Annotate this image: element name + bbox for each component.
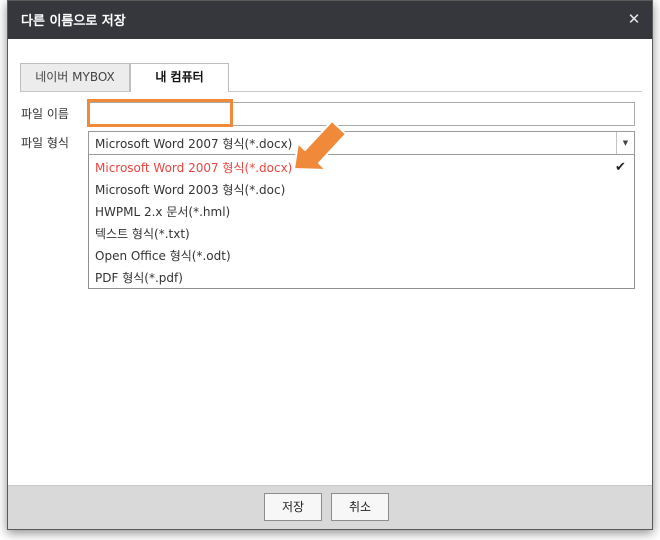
format-option-pdf[interactable]: PDF 형식(*.pdf) [95,269,183,286]
file-name-label: 파일 이름 [21,107,69,121]
format-option-doc[interactable]: Microsoft Word 2003 형식(*.doc) [95,181,285,198]
dialog-title: 다른 이름으로 저장 [21,14,126,29]
close-icon[interactable]: ✕ [624,9,644,29]
dialog-footer: 저장 취소 [8,485,652,529]
format-option-txt[interactable]: 텍스트 형식(*.txt) [95,225,190,242]
location-tabs: 네이버 MYBOX 내 컴퓨터 [20,63,642,92]
arrow-pointer-icon [293,120,347,171]
format-option-docx[interactable]: Microsoft Word 2007 형식(*.docx) [95,159,292,176]
title-bar: 다른 이름으로 저장 ✕ [8,1,652,39]
save-as-dialog: 다른 이름으로 저장 ✕ 네이버 MYBOX 내 컴퓨터 파일 이름 파일 형식… [7,0,653,530]
format-option-odt[interactable]: Open Office 형식(*.odt) [95,247,231,264]
save-button[interactable]: 저장 [264,493,322,521]
format-option-hml[interactable]: HWPML 2.x 문서(*.hml) [95,203,230,220]
caret-down-icon[interactable]: ▼ [616,132,634,154]
tab-my-computer[interactable]: 내 컴퓨터 [130,63,229,92]
tab-naver-mybox[interactable]: 네이버 MYBOX [20,63,130,91]
file-format-select[interactable]: Microsoft Word 2007 형식(*.docx) ▼ [88,131,635,155]
file-format-dropdown-list: Microsoft Word 2007 형식(*.docx) ✔ Microso… [88,155,635,289]
file-format-label: 파일 형식 [21,136,69,150]
file-name-input[interactable] [88,102,635,126]
cancel-button[interactable]: 취소 [331,493,389,521]
checkmark-icon: ✔ [615,160,626,175]
file-format-selected-value: Microsoft Word 2007 형식(*.docx) [95,137,293,151]
